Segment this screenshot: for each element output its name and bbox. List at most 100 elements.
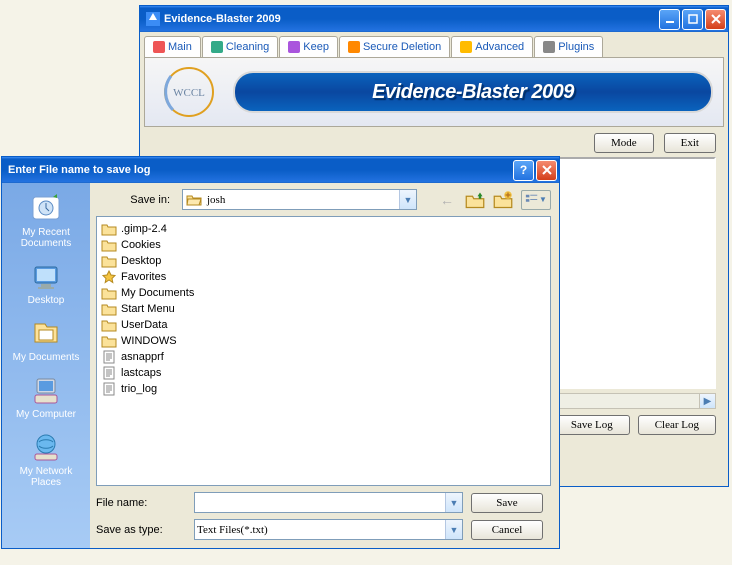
- tab-label: Plugins: [558, 41, 594, 53]
- place-my-network-places[interactable]: My Network Places: [6, 428, 86, 494]
- file-name: Desktop: [121, 255, 161, 267]
- wccl-logo: WCCL: [155, 64, 223, 120]
- tab-icon: [348, 41, 360, 53]
- cancel-button[interactable]: Cancel: [471, 520, 543, 540]
- save-dialog: Enter File name to save log ? My Recent …: [1, 156, 560, 549]
- tab-icon: [211, 41, 223, 53]
- filename-label: File name:: [96, 497, 186, 509]
- savein-value: josh: [205, 194, 399, 206]
- file-list[interactable]: .gimp-2.4 Cookies Desktop Favorites My Docum…: [96, 216, 551, 486]
- scroll-right-icon[interactable]: ▶: [699, 394, 715, 408]
- folder-icon: [101, 334, 117, 348]
- place-label: Desktop: [6, 295, 86, 306]
- list-item[interactable]: Desktop: [101, 253, 546, 269]
- folder-icon: [101, 302, 117, 316]
- close-button[interactable]: [705, 9, 726, 30]
- type-label: Save as type:: [96, 524, 186, 536]
- folder-icon: [101, 222, 117, 236]
- tab-secure-deletion[interactable]: Secure Deletion: [339, 36, 450, 57]
- file-icon: [101, 366, 117, 380]
- list-item[interactable]: UserData: [101, 317, 546, 333]
- tab-label: Main: [168, 41, 192, 53]
- file-name: lastcaps: [121, 367, 161, 379]
- file-name: Cookies: [121, 239, 161, 251]
- tab-main[interactable]: Main: [144, 36, 201, 57]
- savein-combo[interactable]: josh ▼: [182, 189, 417, 210]
- place-label: My Computer: [6, 409, 86, 420]
- place-my-recent-documents[interactable]: My Recent Documents: [6, 189, 86, 255]
- save-button[interactable]: Save: [471, 493, 543, 513]
- tab-icon: [460, 41, 472, 53]
- tab-label: Cleaning: [226, 41, 269, 53]
- chevron-down-icon[interactable]: ▼: [445, 493, 462, 512]
- tab-advanced[interactable]: Advanced: [451, 36, 533, 57]
- list-item[interactable]: Cookies: [101, 237, 546, 253]
- place-icon: [29, 430, 63, 464]
- top-buttons: Mode Exit: [140, 127, 728, 155]
- dialog-close-button[interactable]: [536, 160, 557, 181]
- place-label: My Recent Documents: [6, 227, 86, 249]
- list-item[interactable]: WINDOWS: [101, 333, 546, 349]
- header-band: WCCL Evidence-Blaster 2009: [144, 57, 724, 127]
- tab-icon: [543, 41, 555, 53]
- maximize-button[interactable]: [682, 9, 703, 30]
- tab-keep[interactable]: Keep: [279, 36, 338, 57]
- dialog-title: Enter File name to save log: [8, 164, 511, 176]
- dialog-titlebar[interactable]: Enter File name to save log ?: [2, 157, 559, 183]
- file-name: My Documents: [121, 287, 194, 299]
- tab-cleaning[interactable]: Cleaning: [202, 36, 278, 57]
- clearlog-button[interactable]: Clear Log: [638, 415, 716, 435]
- svg-text:WCCL: WCCL: [173, 87, 205, 99]
- main-title: Evidence-Blaster 2009: [164, 13, 657, 25]
- app-badge: Evidence-Blaster 2009: [233, 71, 713, 113]
- place-label: My Documents: [6, 352, 86, 363]
- tab-label: Advanced: [475, 41, 524, 53]
- file-name: UserData: [121, 319, 167, 331]
- file-name: trio_log: [121, 383, 157, 395]
- tab-plugins[interactable]: Plugins: [534, 36, 603, 57]
- list-item[interactable]: asnapprf: [101, 349, 546, 365]
- help-button[interactable]: ?: [513, 160, 534, 181]
- savelog-button[interactable]: Save Log: [554, 415, 630, 435]
- folder-icon: [101, 318, 117, 332]
- savein-label: Save in:: [96, 194, 176, 206]
- list-item[interactable]: Favorites: [101, 269, 546, 285]
- list-item[interactable]: Start Menu: [101, 301, 546, 317]
- chevron-down-icon[interactable]: ▼: [445, 520, 462, 539]
- tab-icon: [288, 41, 300, 53]
- tab-label: Keep: [303, 41, 329, 53]
- place-icon: [29, 316, 63, 350]
- chevron-down-icon[interactable]: ▼: [399, 190, 416, 209]
- folder-icon: [101, 286, 117, 300]
- filename-input[interactable]: [195, 497, 445, 509]
- mode-button[interactable]: Mode: [594, 133, 654, 153]
- tabbar: Main Cleaning Keep Secure Deletion Advanced P…: [144, 36, 724, 57]
- list-item[interactable]: trio_log: [101, 381, 546, 397]
- minimize-button[interactable]: [659, 9, 680, 30]
- place-icon: [29, 191, 63, 225]
- app-icon: [146, 12, 160, 26]
- folder-open-icon: [186, 192, 202, 208]
- folder-icon: [101, 254, 117, 268]
- file-name: Start Menu: [121, 303, 175, 315]
- type-combo[interactable]: Text Files(*.txt) ▼: [194, 519, 463, 540]
- place-icon: [29, 373, 63, 407]
- file-name: Favorites: [121, 271, 166, 283]
- new-folder-icon[interactable]: [493, 190, 513, 210]
- filename-field[interactable]: ▼: [194, 492, 463, 513]
- list-item[interactable]: My Documents: [101, 285, 546, 301]
- up-one-level-icon[interactable]: [465, 190, 485, 210]
- file-name: asnapprf: [121, 351, 164, 363]
- views-icon[interactable]: ▼: [521, 190, 551, 210]
- back-icon[interactable]: ←: [437, 190, 457, 210]
- tab-icon: [153, 41, 165, 53]
- place-my-documents[interactable]: My Documents: [6, 314, 86, 369]
- places-bar: My Recent Documents Desktop My Documents My…: [2, 183, 90, 548]
- place-my-computer[interactable]: My Computer: [6, 371, 86, 426]
- tab-label: Secure Deletion: [363, 41, 441, 53]
- list-item[interactable]: lastcaps: [101, 365, 546, 381]
- main-titlebar[interactable]: Evidence-Blaster 2009: [140, 6, 728, 32]
- exit-button[interactable]: Exit: [664, 133, 716, 153]
- place-desktop[interactable]: Desktop: [6, 257, 86, 312]
- list-item[interactable]: .gimp-2.4: [101, 221, 546, 237]
